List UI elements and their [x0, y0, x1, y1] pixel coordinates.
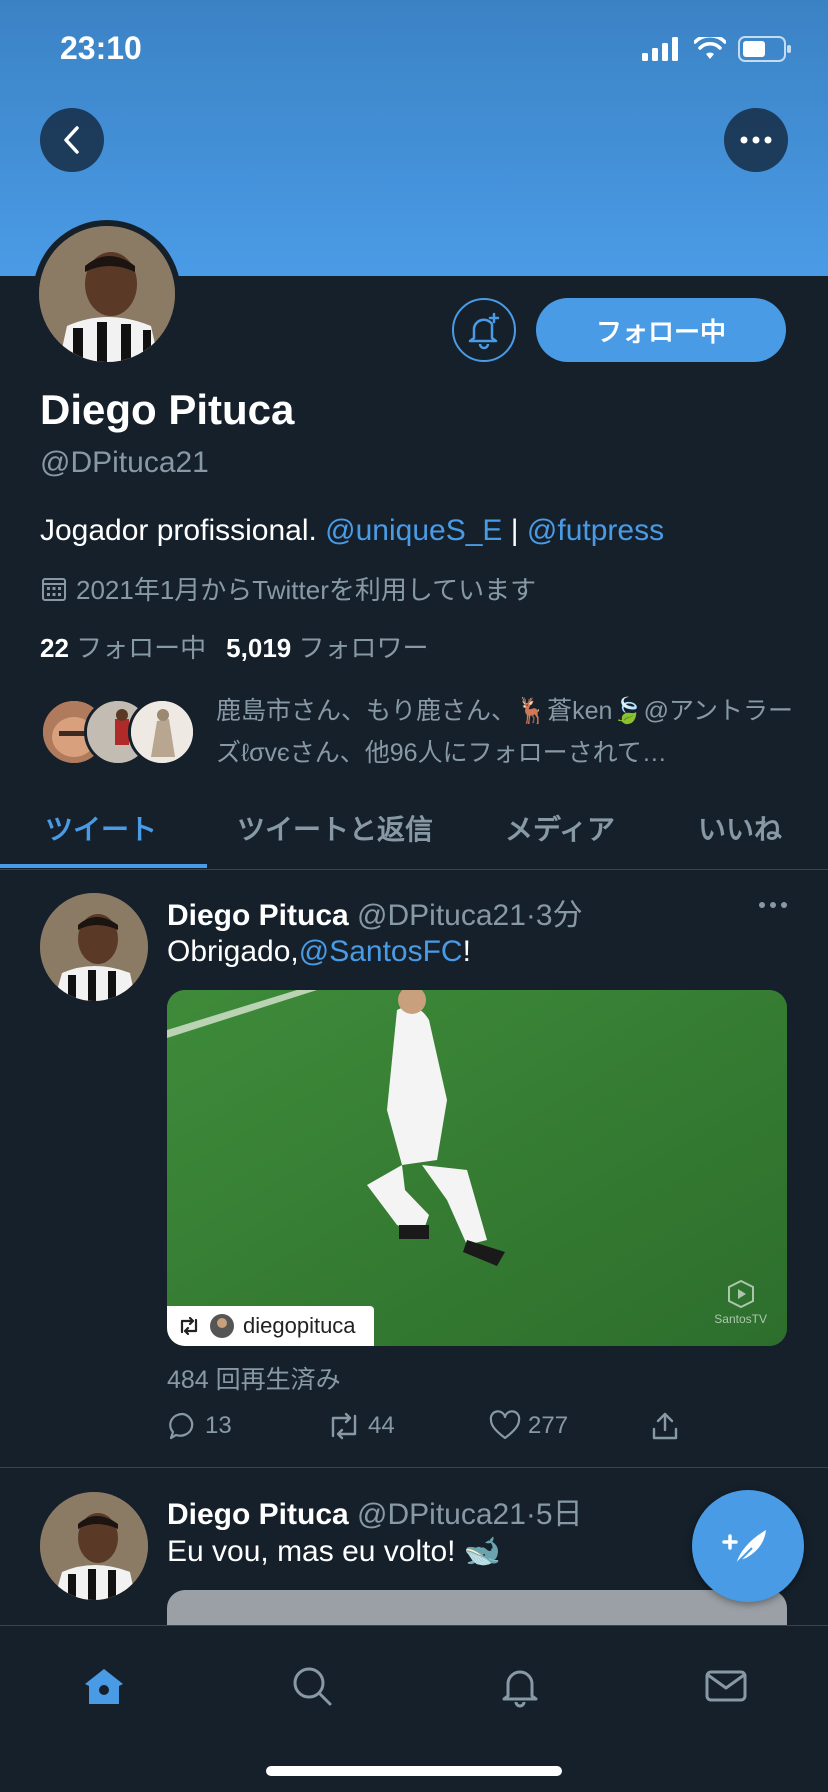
nav-notifications[interactable] — [490, 1656, 550, 1716]
tweet-text-prefix: Obrigado, — [167, 935, 299, 968]
media-tag-username: diegopituca — [243, 1313, 356, 1338]
known-followers-text: 鹿島市さん、もり鹿さん、🦌蒼ken🍃@アントラーズℓσvєさん、他96人にフォロ… — [216, 697, 793, 767]
profile-handle: @DPituca21 — [40, 446, 209, 479]
retweet-icon — [180, 1316, 198, 1336]
known-followers[interactable]: 鹿島市さん、もり鹿さん、🦌蒼ken🍃@アントラーズℓσvєさん、他96人にフォロ… — [40, 690, 800, 770]
tweet-mention-santosfc[interactable]: @SantosFC — [299, 935, 463, 968]
nav-search[interactable] — [282, 1656, 342, 1716]
tab-tweets[interactable]: ツイート — [45, 808, 157, 848]
share-button[interactable] — [649, 1410, 681, 1442]
nav-messages[interactable] — [696, 1656, 756, 1716]
tab-tweets-and-replies[interactable]: ツイートと返信 — [237, 808, 433, 848]
bell-plus-icon — [468, 312, 500, 350]
home-indicator[interactable] — [266, 1766, 562, 1776]
tweet-handle-time: @DPituca21·5日 — [357, 1498, 583, 1531]
avatar — [210, 1314, 234, 1338]
calendar-icon — [42, 577, 66, 601]
wifi-icon — [694, 37, 726, 59]
tab-likes[interactable]: いいね — [698, 808, 782, 848]
bio-link-futpress[interactable]: @futpress — [527, 514, 664, 547]
compose-icon — [722, 1530, 766, 1565]
battery-icon — [738, 36, 791, 62]
following-button[interactable]: フォロー中 — [536, 298, 786, 362]
tweet-video[interactable]: diegopituca SantosTV — [167, 990, 787, 1346]
retweet-button[interactable]: 44 — [326, 1410, 395, 1442]
tweet-avatar[interactable] — [40, 1492, 148, 1600]
reply-count: 13 — [205, 1412, 232, 1439]
media-attribution-tag: diegopituca — [167, 1306, 374, 1346]
retweet-count: 44 — [368, 1412, 395, 1439]
status-time: 23:10 — [60, 30, 142, 66]
tweet-text: Eu vou, mas eu volto! 🐋 — [167, 1535, 502, 1568]
known-follower-avatar — [128, 698, 196, 766]
tweet-author-name[interactable]: Diego Pituca — [167, 1498, 349, 1531]
followers-label: フォロワー — [298, 633, 429, 663]
profile-tabs: ツイート ツイートと返信 メディア いいね — [0, 790, 828, 870]
play-icon — [727, 1279, 754, 1309]
bio-text: Jogador profissional. — [40, 514, 317, 547]
tab-media[interactable]: メディア — [505, 808, 615, 848]
status-icons — [642, 36, 792, 62]
bio-separator: | — [510, 514, 519, 547]
profile-name: Diego Pituca — [40, 386, 295, 433]
tweet-media-preview[interactable] — [167, 1590, 787, 1630]
back-icon — [64, 126, 79, 154]
profile-avatar[interactable] — [33, 220, 181, 368]
joined-date: 2021年1月からTwitterを利用しています — [40, 570, 536, 607]
search-icon — [293, 1667, 332, 1706]
tweet-text: Obrigado,@SantosFC! — [167, 935, 471, 969]
followers-count-link[interactable]: 5,019 フォロワー — [226, 628, 428, 665]
following-count-link[interactable]: 22 フォロー中 — [40, 628, 206, 665]
tweet-author-name[interactable]: Diego Pituca — [167, 899, 349, 932]
tweet-avatar[interactable] — [40, 893, 148, 1001]
santostv-watermark: SantosTV — [714, 1279, 767, 1326]
followers-count: 5,019 — [226, 633, 292, 663]
tweet-text-suffix: ! — [462, 935, 471, 968]
home-icon — [85, 1669, 123, 1704]
follow-counts: 22 フォロー中 5,019 フォロワー — [40, 628, 429, 665]
tweet-handle-time: @DPituca21·3分 — [357, 899, 583, 932]
like-icon — [489, 1410, 521, 1440]
status-bar: 23:10 — [0, 0, 828, 100]
tweet-actions: 13 44 277 — [167, 1410, 687, 1454]
signal-icon — [642, 37, 678, 61]
known-followers-avatars — [40, 698, 200, 768]
like-count: 277 — [528, 1412, 569, 1439]
like-button[interactable]: 277 — [488, 1410, 568, 1442]
messages-icon — [705, 1670, 747, 1702]
back-button[interactable] — [40, 108, 104, 172]
more-icon — [759, 902, 787, 908]
active-tab-indicator — [0, 864, 207, 868]
tweet-more-button[interactable] — [758, 884, 788, 916]
profile-bio: Jogador profissional. @uniqueS_E | @futp… — [40, 514, 664, 548]
tweet-header: Diego Pituca @DPituca21·5日 — [167, 1489, 583, 1533]
tweet-divider — [0, 1467, 828, 1468]
bio-link-uniques[interactable]: @uniqueS_E — [325, 514, 502, 547]
reply-button[interactable]: 13 — [167, 1410, 232, 1442]
joined-text: 2021年1月からTwitterを利用しています — [76, 575, 537, 605]
retweet-icon — [331, 1412, 357, 1440]
notifications-icon — [502, 1670, 538, 1708]
more-options-button[interactable] — [724, 108, 788, 172]
compose-tweet-button[interactable] — [692, 1490, 804, 1602]
reply-icon — [169, 1412, 194, 1440]
watermark-text: SantosTV — [714, 1312, 767, 1326]
nav-home[interactable] — [74, 1656, 134, 1716]
tweet-header: Diego Pituca @DPituca21·3分 — [167, 890, 583, 934]
share-icon — [652, 1412, 678, 1440]
notifications-toggle-button[interactable] — [452, 298, 516, 362]
video-view-count: 484 回再生済み — [167, 1366, 341, 1394]
following-label: フォロー中 — [76, 633, 207, 663]
more-icon — [740, 136, 772, 144]
following-count: 22 — [40, 633, 69, 663]
